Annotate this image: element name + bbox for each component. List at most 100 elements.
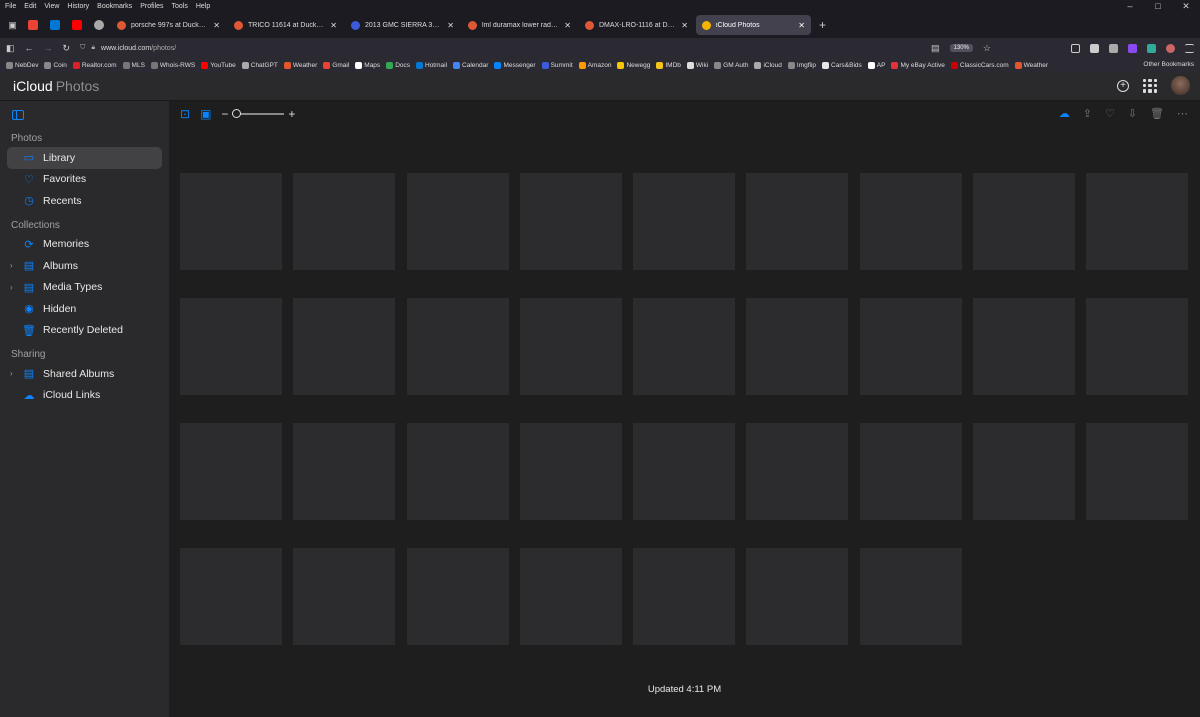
bookmark-item[interactable]: Summit bbox=[541, 61, 573, 69]
photo-thumbnail[interactable] bbox=[859, 173, 962, 270]
sidebar-item-memories[interactable]: ⟳ Memories bbox=[7, 234, 162, 256]
menu-edit[interactable]: Edit bbox=[24, 3, 36, 10]
sidebar-item-icloud-links[interactable]: ☁ iCloud Links bbox=[7, 385, 162, 407]
zoom-level-badge[interactable]: 130% bbox=[949, 44, 973, 52]
delete-icon[interactable]: 🗑︎ bbox=[1150, 107, 1164, 120]
menu-bookmarks[interactable]: Bookmarks bbox=[97, 3, 132, 10]
bookmark-item[interactable]: YouTube bbox=[201, 61, 236, 69]
bookmark-item[interactable]: Imgflip bbox=[787, 61, 816, 69]
photo-thumbnail[interactable] bbox=[746, 548, 849, 645]
sidebar-item-hidden[interactable]: ◉ Hidden bbox=[7, 298, 162, 320]
new-tab-button[interactable]: + bbox=[819, 18, 826, 32]
bookmark-item[interactable]: IMDb bbox=[656, 61, 681, 69]
photo-thumbnail[interactable] bbox=[406, 548, 509, 645]
photo-thumbnail[interactable] bbox=[519, 423, 622, 520]
icloud-photos-logo[interactable]: iCloud Photos bbox=[10, 78, 99, 94]
browser-tab[interactable]: lml duramax lower radiator hose ✕ bbox=[462, 15, 577, 35]
photo-thumbnail[interactable] bbox=[633, 173, 736, 270]
photo-thumbnail[interactable] bbox=[1086, 298, 1189, 395]
pinned-tab[interactable] bbox=[89, 15, 109, 35]
browser-tab[interactable]: TRICO 11614 at DuckDuckGo ✕ bbox=[228, 15, 343, 35]
photo-thumbnail[interactable] bbox=[519, 298, 622, 395]
photo-thumbnail[interactable] bbox=[1086, 423, 1189, 520]
close-tab-icon[interactable]: ✕ bbox=[798, 21, 805, 30]
photo-thumbnail[interactable] bbox=[293, 298, 396, 395]
zoom-out-icon[interactable]: − bbox=[221, 107, 228, 121]
upload-icon[interactable]: ☁︎ bbox=[1059, 107, 1070, 120]
close-tab-icon[interactable]: ✕ bbox=[330, 21, 337, 30]
close-tab-icon[interactable]: ✕ bbox=[213, 21, 220, 30]
browser-tab[interactable]: DMAX-LRO-1116 at DuckDuckGo ✕ bbox=[579, 15, 694, 35]
photo-thumbnail[interactable] bbox=[180, 548, 282, 645]
more-icon[interactable]: ⋯ bbox=[1177, 107, 1188, 120]
bookmark-item[interactable]: Docs bbox=[386, 61, 410, 69]
aspect-ratio-icon[interactable]: ⊡ bbox=[180, 107, 190, 121]
bookmark-item[interactable]: MLS bbox=[122, 61, 145, 69]
photo-thumbnail[interactable] bbox=[180, 423, 282, 520]
close-tab-icon[interactable]: ✕ bbox=[447, 21, 454, 30]
sidebar-item-recents[interactable]: ◷ Recents bbox=[7, 190, 162, 212]
bookmark-item[interactable]: Amazon bbox=[578, 61, 611, 69]
bookmark-item[interactable]: Maps bbox=[355, 61, 380, 69]
photo-thumbnail[interactable] bbox=[973, 173, 1076, 270]
menu-history[interactable]: History bbox=[67, 3, 89, 10]
share-icon[interactable]: ⇪ bbox=[1083, 107, 1092, 120]
menu-file[interactable]: File bbox=[5, 3, 16, 10]
browser-tab[interactable]: 2013 GMC SIERRA 3500 6.6L V8 ✕ bbox=[345, 15, 460, 35]
maximize-button[interactable]: □ bbox=[1144, 0, 1172, 12]
bookmark-star-icon[interactable]: ☆ bbox=[983, 43, 991, 54]
chevron-right-icon[interactable]: › bbox=[10, 283, 13, 292]
bookmark-item[interactable]: AP bbox=[867, 61, 885, 69]
download-icon[interactable]: ⇩ bbox=[1128, 107, 1137, 120]
reload-icon[interactable]: ↻ bbox=[63, 43, 71, 54]
bookmark-item[interactable]: NebDev bbox=[6, 61, 38, 69]
back-icon[interactable]: ← bbox=[25, 43, 34, 53]
pinned-tab[interactable] bbox=[45, 15, 65, 35]
sidebar-item-favorites[interactable]: ♡ Favorites bbox=[7, 169, 162, 191]
pinned-tab[interactable] bbox=[67, 15, 87, 35]
bookmark-item[interactable]: ClassicCars.com bbox=[950, 61, 1009, 69]
photo-thumbnail[interactable] bbox=[519, 173, 622, 270]
menu-profiles[interactable]: Profiles bbox=[140, 3, 163, 10]
close-window-button[interactable]: ✕ bbox=[1172, 0, 1200, 12]
bookmark-item[interactable]: iCloud bbox=[754, 61, 782, 69]
app-launcher-icon[interactable] bbox=[1143, 78, 1157, 93]
photo-thumbnail[interactable] bbox=[180, 173, 282, 270]
zoom-in-icon[interactable]: + bbox=[288, 107, 295, 121]
lock-icon[interactable]: 🔒︎ bbox=[91, 44, 95, 52]
zoom-track[interactable] bbox=[232, 109, 285, 118]
tab-overview-icon[interactable]: ▣ bbox=[4, 17, 21, 34]
sidebar-item-library[interactable]: ▭ Library bbox=[7, 147, 162, 169]
bookmark-item[interactable]: Newegg bbox=[617, 61, 650, 69]
photo-thumbnail[interactable] bbox=[293, 423, 396, 520]
bookmark-item[interactable]: Weather bbox=[1014, 61, 1048, 69]
sidebar-item-shared-albums[interactable]: › ▤ Shared Albums bbox=[7, 363, 162, 385]
extension-face-icon[interactable] bbox=[1166, 43, 1175, 53]
bookmark-item[interactable]: Calendar bbox=[453, 61, 488, 69]
menu-tools[interactable]: Tools bbox=[172, 3, 188, 10]
browser-tab[interactable]: iCloud Photos ✕ bbox=[696, 15, 811, 35]
sidebar-toggle-icon[interactable]: ◧ bbox=[6, 43, 15, 54]
bookmark-item[interactable]: Cars&Bids bbox=[822, 61, 862, 69]
other-bookmarks-folder[interactable]: Other Bookmarks bbox=[1139, 58, 1194, 72]
bookmark-item[interactable]: My eBay Active bbox=[891, 61, 945, 69]
bookmark-item[interactable]: Gmail bbox=[323, 61, 349, 69]
photo-thumbnail[interactable] bbox=[633, 548, 736, 645]
close-tab-icon[interactable]: ✕ bbox=[681, 21, 688, 30]
shield-extension-icon[interactable] bbox=[1090, 43, 1099, 53]
photo-thumbnail[interactable] bbox=[746, 423, 849, 520]
photo-thumbnail[interactable] bbox=[519, 548, 622, 645]
minimize-button[interactable]: – bbox=[1116, 0, 1144, 12]
sidebar-item-media-types[interactable]: › ▤ Media Types bbox=[7, 277, 162, 299]
bookmark-item[interactable]: ChatGPT bbox=[241, 61, 278, 69]
calendar-view-icon[interactable]: ▣ bbox=[200, 107, 211, 121]
photo-thumbnail[interactable] bbox=[973, 423, 1076, 520]
zoom-slider[interactable]: − + bbox=[221, 107, 295, 121]
chevron-right-icon[interactable]: › bbox=[10, 369, 13, 378]
favorite-icon[interactable]: ♡ bbox=[1105, 107, 1115, 120]
bookmark-item[interactable]: Realtor.com bbox=[72, 61, 117, 69]
extension-s-icon[interactable] bbox=[1147, 43, 1156, 53]
avatar[interactable] bbox=[1171, 76, 1190, 95]
photo-thumbnail[interactable] bbox=[1086, 173, 1189, 270]
bookmark-item[interactable]: Wiki bbox=[686, 61, 708, 69]
